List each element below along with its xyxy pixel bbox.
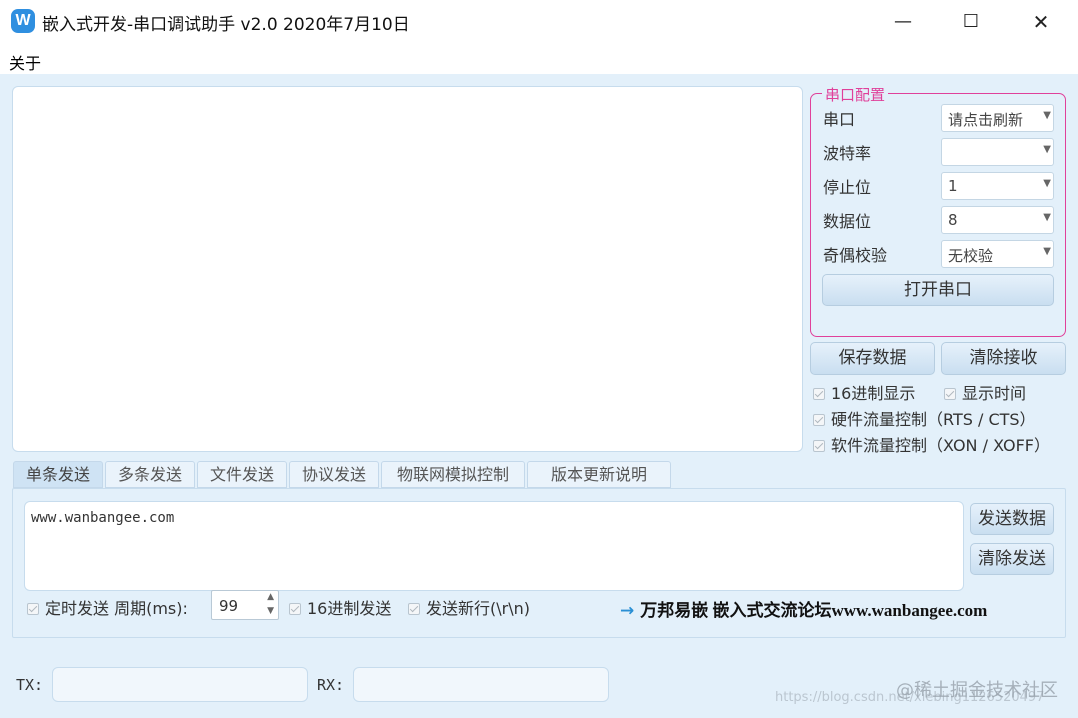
tab-single-send[interactable]: 单条发送 bbox=[13, 461, 103, 488]
app-logo-icon: W bbox=[11, 9, 35, 33]
send-data-button[interactable]: 发送数据 bbox=[970, 503, 1054, 535]
send-text: www.wanbangee.com bbox=[31, 510, 175, 526]
data-bits-label: 数据位 bbox=[823, 212, 872, 231]
hex-display-label: 16进制显示 bbox=[831, 384, 916, 403]
hardware-flow-checkbox[interactable]: 硬件流量控制（RTS / CTS） bbox=[813, 406, 1036, 430]
software-flow-checkbox[interactable]: 软件流量控制（XON / XOFF） bbox=[813, 432, 1050, 456]
chevron-down-icon[interactable]: ▼ bbox=[267, 606, 274, 616]
hardware-flow-label: 硬件流量控制（RTS / CTS） bbox=[831, 410, 1036, 429]
chevron-down-icon: ▼ bbox=[1043, 246, 1051, 257]
menu-bar: 关于 bbox=[0, 44, 1078, 74]
period-value: 99 bbox=[219, 597, 239, 615]
title-bar: W 嵌入式开发-串口调试助手 v2.0 2020年7月10日 — ☐ ✕ bbox=[0, 0, 1078, 44]
minimize-button[interactable]: — bbox=[868, 0, 938, 44]
port-value: 请点击刷新 bbox=[948, 111, 1024, 129]
serial-config-legend: 串口配置 bbox=[822, 84, 889, 105]
clear-receive-button[interactable]: 清除接收 bbox=[941, 342, 1066, 375]
chevron-down-icon: ▼ bbox=[1043, 212, 1051, 223]
checkbox-icon bbox=[813, 414, 825, 426]
tab-file-send[interactable]: 文件发送 bbox=[197, 461, 287, 488]
close-button[interactable]: ✕ bbox=[1006, 0, 1076, 44]
checkbox-icon bbox=[944, 388, 956, 400]
parity-value: 无校验 bbox=[948, 247, 994, 265]
tab-iot-simulation[interactable]: 物联网模拟控制 bbox=[381, 461, 525, 488]
checkbox-icon bbox=[27, 603, 39, 615]
show-time-checkbox[interactable]: 显示时间 bbox=[944, 380, 1026, 404]
save-data-button[interactable]: 保存数据 bbox=[810, 342, 935, 375]
send-newline-checkbox[interactable]: 发送新行(\r\n) bbox=[408, 595, 530, 619]
software-flow-label: 软件流量控制（XON / XOFF） bbox=[831, 436, 1051, 455]
baud-rate-select[interactable]: ▼ bbox=[941, 138, 1054, 166]
tab-protocol-send[interactable]: 协议发送 bbox=[289, 461, 379, 488]
show-time-label: 显示时间 bbox=[962, 384, 1027, 403]
port-label: 串口 bbox=[823, 110, 856, 129]
hex-display-checkbox[interactable]: 16进制显示 bbox=[813, 380, 915, 404]
baud-rate-label: 波特率 bbox=[823, 144, 872, 163]
data-bits-value: 8 bbox=[948, 211, 958, 229]
chevron-down-icon: ▼ bbox=[1043, 144, 1051, 155]
timed-send-checkbox[interactable]: 定时发送 周期(ms): bbox=[27, 595, 188, 619]
window-title: 嵌入式开发-串口调试助手 v2.0 2020年7月10日 bbox=[42, 15, 410, 35]
menu-item-about[interactable]: 关于 bbox=[9, 50, 41, 74]
tx-counter bbox=[52, 667, 308, 702]
checkbox-icon bbox=[813, 388, 825, 400]
data-bits-select[interactable]: 8 ▼ bbox=[941, 206, 1054, 234]
hex-send-checkbox[interactable]: 16进制发送 bbox=[289, 595, 391, 619]
tab-version-notes[interactable]: 版本更新说明 bbox=[527, 461, 671, 488]
maximize-button[interactable]: ☐ bbox=[936, 0, 1006, 44]
clear-send-button[interactable]: 清除发送 bbox=[970, 543, 1054, 575]
port-select[interactable]: 请点击刷新 ▼ bbox=[941, 104, 1054, 132]
hex-send-label: 16进制发送 bbox=[307, 599, 392, 618]
arrow-right-icon: → bbox=[620, 601, 635, 621]
open-port-button[interactable]: 打开串口 bbox=[822, 274, 1054, 306]
chevron-down-icon: ▼ bbox=[1043, 110, 1051, 121]
forum-link-text: 万邦易嵌 嵌入式交流论坛www.wanbangee.com bbox=[640, 601, 988, 620]
rx-label: RX: bbox=[317, 676, 345, 694]
watermark-brand: @稀土掘金技术社区 bbox=[896, 680, 1058, 701]
receive-textarea[interactable] bbox=[12, 86, 803, 452]
checkbox-icon bbox=[289, 603, 301, 615]
send-newline-label: 发送新行(\r\n) bbox=[426, 599, 530, 618]
stop-bits-select[interactable]: 1 ▼ bbox=[941, 172, 1054, 200]
chevron-down-icon: ▼ bbox=[1043, 178, 1051, 189]
tx-label: TX: bbox=[16, 676, 44, 694]
stop-bits-value: 1 bbox=[948, 177, 958, 195]
stop-bits-label: 停止位 bbox=[823, 178, 872, 197]
chevron-up-icon[interactable]: ▲ bbox=[267, 592, 274, 602]
rx-counter bbox=[353, 667, 609, 702]
checkbox-icon bbox=[408, 603, 420, 615]
period-stepper[interactable]: 99 ▲ ▼ bbox=[211, 590, 279, 620]
parity-select[interactable]: 无校验 ▼ bbox=[941, 240, 1054, 268]
tab-multi-send[interactable]: 多条发送 bbox=[105, 461, 195, 488]
parity-label: 奇偶校验 bbox=[823, 246, 888, 265]
checkbox-icon bbox=[813, 440, 825, 452]
forum-link[interactable]: → 万邦易嵌 嵌入式交流论坛www.wanbangee.com bbox=[620, 596, 987, 621]
timed-send-label: 定时发送 周期(ms): bbox=[45, 599, 188, 618]
send-textarea[interactable]: www.wanbangee.com bbox=[24, 501, 964, 591]
